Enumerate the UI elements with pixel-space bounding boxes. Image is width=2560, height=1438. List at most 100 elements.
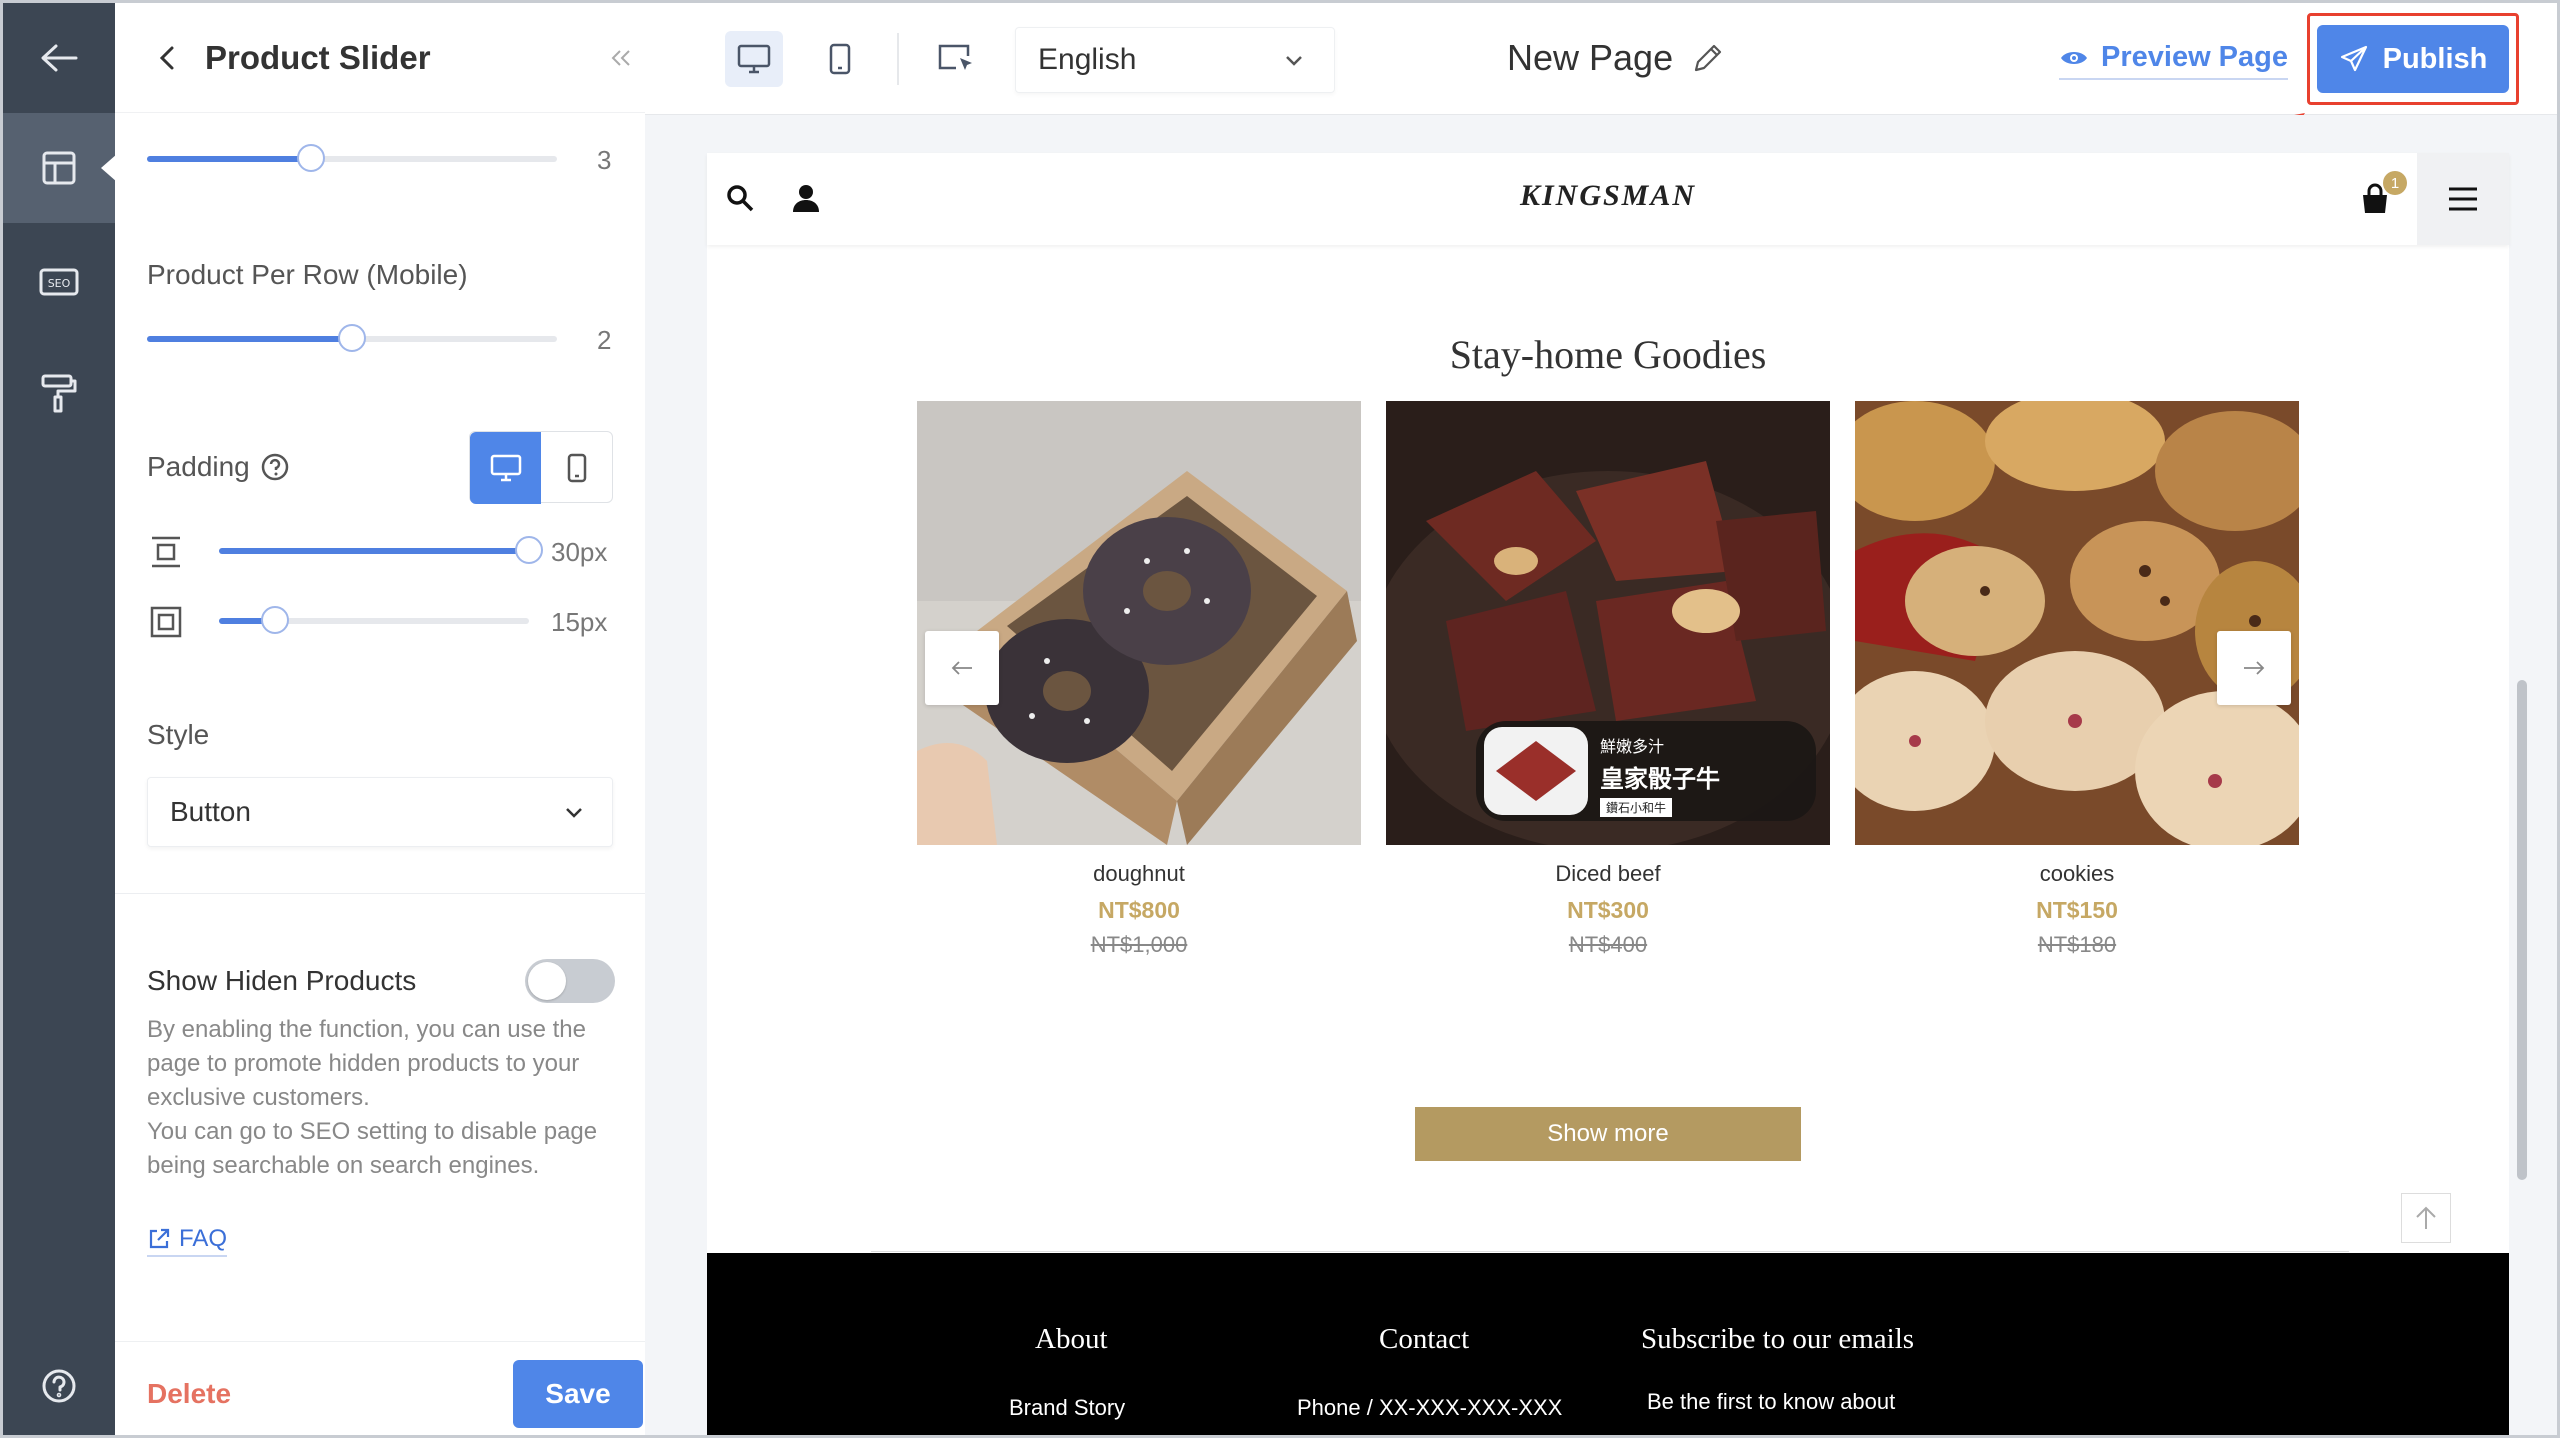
faq-label: FAQ bbox=[179, 1225, 228, 1252]
publish-button[interactable]: Publish bbox=[2317, 25, 2509, 93]
footer-contact-heading: Contact bbox=[1379, 1323, 1470, 1355]
rail-seo-button[interactable]: SEO bbox=[3, 227, 115, 337]
product-name[interactable]: doughnut bbox=[917, 861, 1361, 887]
product-original-price: NT$400 bbox=[1568, 932, 1648, 957]
arrow-left-icon bbox=[951, 661, 972, 675]
product-price: NT$300 bbox=[1567, 897, 1649, 923]
slider-handle[interactable] bbox=[297, 144, 325, 172]
hamburger-menu-button[interactable] bbox=[2417, 153, 2509, 245]
toolbar-divider bbox=[897, 33, 899, 85]
vertical-padding-slider[interactable] bbox=[219, 536, 543, 564]
cursor-select-icon bbox=[938, 44, 972, 70]
preview-label: Preview Page bbox=[2101, 41, 2288, 73]
mobile-icon bbox=[567, 453, 586, 483]
rail-help-button[interactable] bbox=[3, 1331, 115, 1435]
mobile-view-button[interactable] bbox=[811, 31, 869, 87]
vertical-padding-icon bbox=[152, 536, 180, 568]
padding-desktop-button[interactable] bbox=[470, 432, 541, 504]
arrow-right-icon bbox=[2244, 661, 2265, 675]
style-select-value: Button bbox=[170, 796, 251, 827]
product-image-beef[interactable]: 鮮嫩多汁 皇家骰子牛 鑽石小和牛 bbox=[1386, 401, 1830, 845]
seo-icon: SEO bbox=[39, 268, 79, 296]
beef-overlay-line3: 鑽石小和牛 bbox=[1600, 798, 1673, 817]
rail-layout-button[interactable] bbox=[3, 113, 117, 223]
top-toolbar: English New Page Preview Page Publish bbox=[645, 3, 2557, 115]
faq-link[interactable]: FAQ bbox=[147, 1225, 228, 1257]
help-icon bbox=[42, 1369, 76, 1403]
svg-text:SEO: SEO bbox=[48, 277, 71, 290]
desktop-icon bbox=[737, 44, 771, 74]
padding-mobile-button[interactable] bbox=[541, 432, 612, 504]
paint-roller-icon bbox=[41, 374, 77, 413]
language-select[interactable]: English bbox=[1015, 27, 1335, 93]
footer-brand-story-link[interactable]: Brand Story bbox=[1009, 1395, 1125, 1421]
footer-phone: Phone / XX-XXX-XXX-XXX bbox=[1297, 1395, 1563, 1420]
product-name[interactable]: Diced beef bbox=[1386, 861, 1830, 887]
product-image-doughnut[interactable] bbox=[917, 401, 1361, 845]
slider-fill bbox=[219, 548, 529, 554]
scroll-top-button[interactable] bbox=[2401, 1193, 2451, 1243]
style-label: Style bbox=[147, 719, 210, 750]
page-name-text: New Page bbox=[1507, 37, 1674, 78]
app-window: SEO Product Slider 3 Product Per Row (Mo… bbox=[0, 0, 2560, 1438]
beef-overlay-line1: 鮮嫩多汁 bbox=[1600, 737, 1665, 756]
site-preview: KINGSMAN 1 Stay-home Goodies doughnut NT… bbox=[707, 153, 2509, 1435]
back-arrow-icon bbox=[41, 44, 78, 72]
product-original-price: NT$180 bbox=[2037, 932, 2117, 957]
select-element-button[interactable] bbox=[927, 31, 985, 87]
back-button[interactable] bbox=[3, 3, 115, 113]
style-select[interactable]: Button bbox=[147, 777, 613, 847]
padding-device-toggle bbox=[469, 431, 613, 504]
section-title: Stay-home Goodies bbox=[1449, 332, 1767, 377]
product-image-cookies[interactable] bbox=[1855, 401, 2299, 845]
cookies-photo bbox=[1855, 401, 2299, 845]
product-card[interactable]: 鮮嫩多汁 皇家骰子牛 鑽石小和牛 Diced beef NT$300 NT$40… bbox=[1386, 401, 1830, 958]
product-name[interactable]: cookies bbox=[1855, 861, 2299, 887]
slider-handle[interactable] bbox=[515, 536, 543, 564]
page-name[interactable]: New Page bbox=[1507, 37, 1725, 79]
horizontal-padding-slider[interactable] bbox=[219, 606, 529, 634]
layout-icon bbox=[42, 151, 76, 185]
panel-footer: Delete Save bbox=[115, 1341, 645, 1435]
hidden-products-label: Show Hiden Products bbox=[147, 965, 417, 996]
slider-next-button[interactable] bbox=[2217, 631, 2291, 705]
slider-prev-button[interactable] bbox=[925, 631, 999, 705]
menu-icon bbox=[2449, 187, 2477, 211]
collapse-icon[interactable] bbox=[609, 48, 633, 68]
product-original-price: NT$1,000 bbox=[1090, 932, 1188, 957]
beef-overlay-line2: 皇家骰子牛 bbox=[1600, 765, 1720, 793]
hidden-products-toggle[interactable] bbox=[525, 959, 615, 1003]
per-row-mobile-label: Product Per Row (Mobile) bbox=[147, 259, 468, 290]
pencil-icon[interactable] bbox=[1691, 41, 1725, 75]
rail-theme-button[interactable] bbox=[3, 339, 115, 449]
slider-fill bbox=[147, 156, 311, 162]
desktop-view-button[interactable] bbox=[725, 31, 783, 87]
delete-button[interactable]: Delete bbox=[147, 1378, 231, 1410]
padding-label-row: Padding bbox=[147, 451, 290, 483]
language-value: English bbox=[1038, 43, 1137, 76]
show-more-button[interactable]: Show more bbox=[1415, 1107, 1801, 1161]
help-icon[interactable] bbox=[260, 452, 290, 482]
settings-panel: Product Slider 3 Product Per Row (Mobile… bbox=[115, 3, 669, 1435]
chevron-left-icon[interactable] bbox=[157, 44, 177, 72]
site-footer: About Contact Subscribe to our emails Br… bbox=[707, 1253, 2509, 1435]
panel-header: Product Slider bbox=[115, 3, 645, 113]
beef-overlay-text: 鮮嫩多汁 皇家骰子牛 鑽石小和牛 bbox=[1600, 733, 1720, 817]
arrow-up-icon bbox=[2416, 1206, 2436, 1229]
site-brand-logo[interactable]: KINGSMAN bbox=[707, 179, 2509, 213]
doughnut-photo bbox=[917, 401, 1361, 845]
slider-handle[interactable] bbox=[261, 606, 289, 634]
external-link-icon bbox=[149, 1228, 170, 1249]
slider-value: 3 bbox=[597, 145, 612, 175]
canvas-scrollbar[interactable] bbox=[2507, 115, 2537, 1435]
save-button[interactable]: Save bbox=[513, 1360, 643, 1428]
footer-subscribe-text: Be the first to know about bbox=[1647, 1389, 1896, 1414]
preview-page-link[interactable]: Preview Page bbox=[2059, 41, 2288, 80]
left-rail: SEO bbox=[3, 3, 117, 1435]
footer-divider bbox=[871, 1251, 2349, 1252]
scrollbar-thumb[interactable] bbox=[2517, 680, 2527, 1180]
products-per-row-slider[interactable] bbox=[147, 144, 557, 172]
horizontal-padding-value: 15px bbox=[551, 607, 608, 637]
slider-handle[interactable] bbox=[338, 324, 366, 352]
per-row-mobile-slider[interactable] bbox=[147, 324, 557, 352]
